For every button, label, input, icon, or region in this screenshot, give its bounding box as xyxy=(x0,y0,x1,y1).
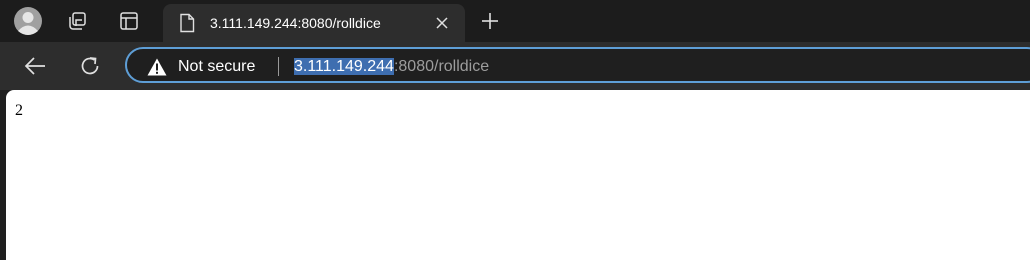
tab-close-button[interactable] xyxy=(431,12,453,34)
dice-result-text: 2 xyxy=(15,102,23,119)
profile-button[interactable] xyxy=(13,6,43,36)
workspaces-button[interactable] xyxy=(62,6,92,36)
page-content: 2 xyxy=(6,90,1030,260)
browser-window: 3.111.149.244:8080/rolldice Not secure 3… xyxy=(0,0,1030,260)
url-text[interactable]: 3.111.149.244:8080/rolldice xyxy=(294,57,489,77)
tab-actions-icon xyxy=(120,12,138,30)
close-icon xyxy=(436,17,448,29)
security-label[interactable]: Not secure xyxy=(178,57,255,77)
omnibox-divider xyxy=(278,57,279,76)
plus-icon xyxy=(482,13,498,29)
active-tab[interactable]: 3.111.149.244:8080/rolldice xyxy=(163,4,465,42)
navigation-toolbar: Not secure 3.111.149.244:8080/rolldice xyxy=(0,42,1030,90)
tab-title: 3.111.149.244:8080/rolldice xyxy=(210,15,381,31)
refresh-icon xyxy=(81,57,99,75)
address-bar[interactable]: Not secure 3.111.149.244:8080/rolldice xyxy=(125,47,1030,83)
new-tab-button[interactable] xyxy=(475,6,505,36)
tab-actions-button[interactable] xyxy=(114,6,144,36)
warning-icon[interactable] xyxy=(147,58,167,76)
back-button[interactable] xyxy=(20,51,50,81)
profile-avatar-icon xyxy=(14,7,42,35)
page-favicon-icon xyxy=(177,13,197,33)
refresh-button[interactable] xyxy=(75,51,105,81)
url-host-selected: 3.111.149.244 xyxy=(294,58,394,75)
tab-strip: 3.111.149.244:8080/rolldice xyxy=(0,0,1030,42)
back-arrow-icon xyxy=(24,57,45,75)
url-path: :8080/rolldice xyxy=(393,58,490,75)
workspaces-icon xyxy=(69,12,86,30)
